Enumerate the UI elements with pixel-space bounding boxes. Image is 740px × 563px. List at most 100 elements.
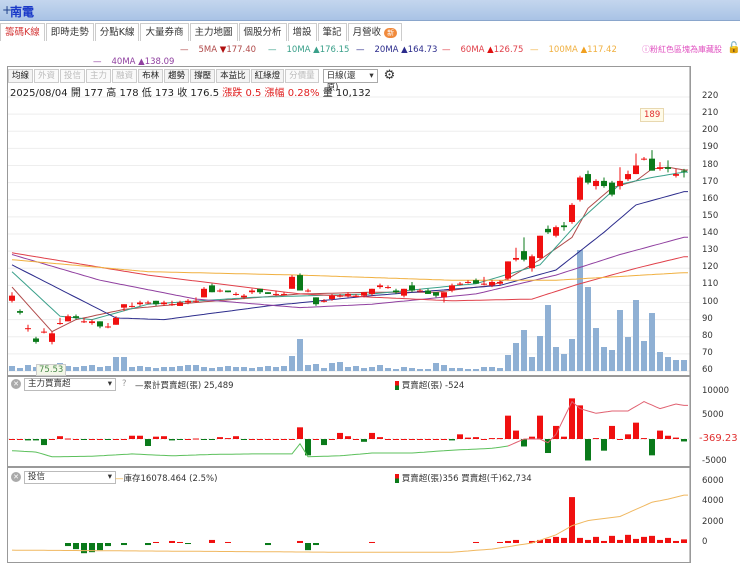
ma-legend-20: —20MA ▲164.73 xyxy=(356,45,438,55)
tab-monthly-revenue[interactable]: 月營收 新 xyxy=(347,23,403,41)
legend-name: 60MA xyxy=(460,45,485,55)
legend-value: 164.73 xyxy=(407,45,438,55)
legend-text: 買賣超(張) -524 xyxy=(401,381,465,391)
tab-notes[interactable]: 筆記 xyxy=(317,23,347,41)
max-price-label: 189 xyxy=(640,108,665,122)
y-tick-label: 220 xyxy=(702,91,719,101)
close-value: 176.5 xyxy=(190,88,220,99)
ma-legend-60: —60MA ▲126.75 xyxy=(442,45,524,55)
toolbar-button[interactable]: 撐壓 xyxy=(190,68,216,83)
period-select[interactable]: 日線(還原) ▾ xyxy=(322,68,378,93)
tab-label: 主力地圖 xyxy=(194,27,233,38)
tab-main-force-map[interactable]: 主力地圖 xyxy=(189,23,238,41)
high-label: 高 xyxy=(106,88,117,99)
pct-value: 0.28% xyxy=(287,88,320,99)
treasury-stock-note: ⓘ粉紅色區塊為庫藏股 xyxy=(642,45,722,54)
tab-chip-kline[interactable]: 籌碼K線 xyxy=(0,23,45,41)
y-tick-label: 60 xyxy=(702,365,713,375)
new-badge: 新 xyxy=(384,27,398,38)
close-panel-icon[interactable]: ✕ xyxy=(11,472,21,482)
y-tick-label: 200 xyxy=(702,125,719,136)
legend-value: 117.42 xyxy=(587,45,617,55)
y-tick-label: 0 xyxy=(702,537,708,547)
y-tick-label: 210 xyxy=(702,108,719,119)
y-tick-label: 2000 xyxy=(702,516,724,527)
y-tick-label: 6000 xyxy=(702,475,724,486)
select-value: 主力買賣超 xyxy=(28,379,71,389)
tab-branch-kline[interactable]: 分點K線 xyxy=(94,23,140,41)
trust-netbuy-legend: 買賣超(張)356 買賣超(千)62,734 xyxy=(395,472,532,484)
toolbar-button[interactable]: 本益比 xyxy=(216,68,250,83)
y-tick-label: 130 xyxy=(702,245,719,256)
change-label: 漲跌 xyxy=(222,88,243,99)
open-label: 開 xyxy=(70,88,81,99)
y-tick-label: 4000 xyxy=(702,496,724,507)
quote-info: 2025/08/04 開 177 高 178 低 173 收 176.5 漲跌 … xyxy=(10,84,371,99)
legend-text: 累計買賣超(張) 25,489 xyxy=(143,381,234,391)
title-bar: + 南電 xyxy=(0,0,740,21)
toolbar-button[interactable]: 紅綠燈 xyxy=(250,68,285,83)
legend-name: 20MA xyxy=(374,45,399,55)
tab-add[interactable]: 增設 xyxy=(287,23,317,41)
tab-bar: 籌碼K線 即時走勢 分點K線 大量券商 主力地圖 個股分析 增設 筆記 月營收 … xyxy=(0,23,403,41)
indicator-toolbar: 均線 外資 投信 主力 融資 布林 趨勢 撐壓 本益比 紅綠燈 分價量 日線(還原) ▾ ⚙ xyxy=(8,68,396,93)
indicator-select-1[interactable]: 主力買賣超 ▾ xyxy=(24,378,116,391)
y-tick-label: 70 xyxy=(702,347,713,358)
toolbar-button[interactable]: 分價量 xyxy=(285,68,319,83)
y-tick-label: 150 xyxy=(702,210,719,221)
toolbar-button[interactable]: 趨勢 xyxy=(164,68,190,83)
ma-legend-5: —5MA ▼177.40 xyxy=(180,45,257,55)
toolbar-button[interactable]: 主力 xyxy=(86,68,112,83)
legend-name: 10MA xyxy=(286,45,311,55)
close-label: 收 xyxy=(177,88,188,99)
legend-name: 100MA xyxy=(548,45,578,55)
pct-label: 漲幅 xyxy=(264,88,285,99)
chevron-down-icon: ▾ xyxy=(107,472,112,482)
y-tick-label: 5000 xyxy=(702,409,724,420)
chevron-down-icon: ▾ xyxy=(107,379,112,389)
chevron-down-icon: ▾ xyxy=(369,70,374,81)
y-tick-label: 10000 xyxy=(702,386,730,397)
quote-date: 2025/08/04 xyxy=(10,88,68,99)
ma-legend-100: —100MA ▲117.42 xyxy=(530,45,617,55)
y-tick-label: 120 xyxy=(702,262,719,273)
bar-legend-icon xyxy=(395,381,399,390)
inventory-legend: —庫存16078.464 (2.5%) xyxy=(115,474,218,484)
tab-label: 大量券商 xyxy=(145,27,184,38)
volume-label: 量 xyxy=(322,88,333,99)
y-tick-label: 90 xyxy=(702,313,713,324)
volume-value: 10,132 xyxy=(335,88,371,99)
tab-label: 增設 xyxy=(292,27,312,38)
change-value: 0.5 xyxy=(245,88,262,99)
toolbar-button[interactable]: 融資 xyxy=(112,68,138,83)
current-value-label: -369.23 xyxy=(699,433,738,444)
toolbar-button[interactable]: 投信 xyxy=(60,68,86,83)
y-tick-label: 100 xyxy=(702,296,719,307)
toolbar-button[interactable]: 外資 xyxy=(34,68,60,83)
tab-label: 分點K線 xyxy=(99,27,135,38)
y-tick-label: 190 xyxy=(702,142,719,153)
settings-gear-icon[interactable]: ⚙ xyxy=(384,68,396,83)
legend-text: 庫存16078.464 (2.5%) xyxy=(123,474,218,484)
legend-value: 176.15 xyxy=(319,45,350,55)
tab-label: 即時走勢 xyxy=(50,27,89,38)
indicator-select-2[interactable]: 投信 ▾ xyxy=(24,471,116,484)
toolbar-button[interactable]: 均線 xyxy=(8,68,34,83)
tab-label: 月營收 xyxy=(352,27,382,38)
low-label: 低 xyxy=(141,88,152,99)
legend-value: 126.75 xyxy=(493,45,524,55)
open-value: 177 xyxy=(84,88,104,99)
select-value: 投信 xyxy=(28,472,46,482)
tab-label: 個股分析 xyxy=(243,27,282,38)
tab-label: 筆記 xyxy=(322,27,342,38)
toolbar-button[interactable]: 布林 xyxy=(138,68,164,83)
tab-realtime[interactable]: 即時走勢 xyxy=(45,23,94,41)
help-icon[interactable]: ? xyxy=(122,379,127,389)
close-panel-icon[interactable]: ✕ xyxy=(11,379,21,389)
netbuy-legend: 買賣超(張) -524 xyxy=(395,379,464,391)
window-title: 南電 xyxy=(10,5,35,19)
tab-stock-analysis[interactable]: 個股分析 xyxy=(238,23,287,41)
lock-icon[interactable]: 🔓 xyxy=(727,41,740,54)
tab-large-brokers[interactable]: 大量券商 xyxy=(140,23,189,41)
bar-legend-icon xyxy=(395,474,399,483)
